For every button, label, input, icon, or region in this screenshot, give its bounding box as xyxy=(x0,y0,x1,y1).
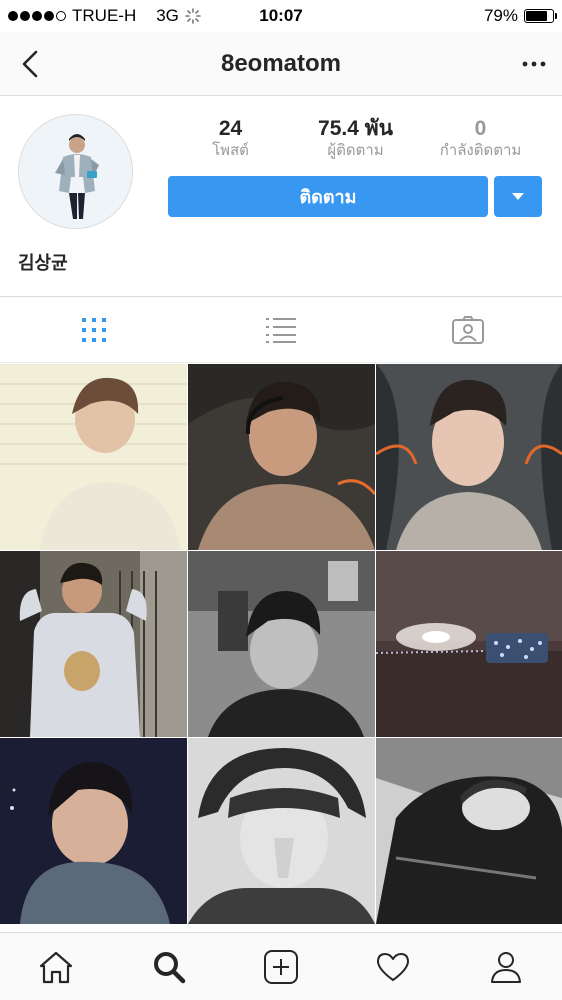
network-type: 3G xyxy=(156,6,179,25)
post-thumbnail[interactable] xyxy=(376,551,562,737)
post-image xyxy=(0,364,187,550)
nav-home-button[interactable] xyxy=(0,933,112,1000)
profile-stats: 24 โพสต์ 75.4 พัน ผู้ติดตาม 0 กำลังติดตา… xyxy=(168,117,543,161)
profile-full-name: 김상균 xyxy=(18,253,68,273)
status-bar: TRUE-H 3G 10:07 79% xyxy=(0,0,562,32)
battery-level xyxy=(526,11,547,21)
post-image xyxy=(188,738,375,924)
nav-search-button[interactable] xyxy=(112,933,224,1000)
post-image xyxy=(376,551,562,737)
username-title: 8eomatom xyxy=(220,49,342,77)
post-thumbnail[interactable] xyxy=(0,551,187,737)
grid-icon xyxy=(81,318,106,342)
followers-count: 75.4 พัน xyxy=(318,117,393,140)
profile-header: 24 โพสต์ 75.4 พัน ผู้ติดตาม 0 กำลังติดตา… xyxy=(0,97,562,297)
post-thumbnail[interactable] xyxy=(188,364,375,550)
following-label: กำลังติดตาม xyxy=(439,142,522,159)
posts-count: 24 xyxy=(218,117,243,140)
bottom-tab-bar xyxy=(0,932,562,1000)
post-image xyxy=(376,364,562,550)
nav-add-post-button[interactable] xyxy=(225,933,337,1000)
post-thumbnail[interactable] xyxy=(376,738,562,924)
following-count: 0 xyxy=(474,117,487,140)
status-right: 79% xyxy=(483,6,557,26)
nav-activity-button[interactable] xyxy=(337,933,449,1000)
post-thumbnail[interactable] xyxy=(188,551,375,737)
signal-strength-icon xyxy=(8,11,66,21)
post-image xyxy=(188,364,375,550)
tab-grid[interactable] xyxy=(0,298,187,362)
post-image xyxy=(0,738,187,924)
post-image xyxy=(188,551,375,737)
profile-view-tabs xyxy=(0,298,562,363)
nav-profile-button[interactable] xyxy=(450,933,562,1000)
more-options-button[interactable] xyxy=(518,48,550,80)
photo-grid xyxy=(0,364,562,932)
navigation-bar: 8eomatom xyxy=(0,32,562,96)
battery-icon xyxy=(524,9,557,23)
posts-label: โพสต์ xyxy=(212,142,249,159)
status-left: TRUE-H 3G xyxy=(8,6,201,26)
following-stat[interactable]: 0 กำลังติดตาม xyxy=(418,117,543,161)
carrier-name: TRUE-H xyxy=(72,6,137,25)
home-icon xyxy=(40,951,73,983)
more-horizontal-icon xyxy=(522,61,546,67)
post-thumbnail[interactable] xyxy=(376,364,562,550)
profile-photo xyxy=(19,115,132,228)
person-icon xyxy=(490,951,521,983)
chevron-left-icon xyxy=(22,50,38,78)
loading-spinner-icon xyxy=(185,8,201,24)
post-thumbnail[interactable] xyxy=(0,738,187,924)
post-thumbnail[interactable] xyxy=(188,738,375,924)
post-thumbnail[interactable] xyxy=(0,364,187,550)
back-button[interactable] xyxy=(14,48,46,80)
post-image xyxy=(0,551,187,737)
posts-stat: 24 โพสต์ xyxy=(168,117,293,161)
followers-stat[interactable]: 75.4 พัน ผู้ติดตาม xyxy=(293,117,418,161)
tagged-icon xyxy=(452,316,485,344)
post-image xyxy=(376,738,562,924)
tab-tagged[interactable] xyxy=(375,298,562,362)
battery-percent: 79% xyxy=(483,6,518,25)
followers-label: ผู้ติดตาม xyxy=(327,142,384,159)
avatar[interactable] xyxy=(18,114,133,229)
heart-icon xyxy=(377,952,410,981)
tab-list[interactable] xyxy=(187,298,374,362)
search-icon xyxy=(153,951,185,983)
caret-down-icon xyxy=(512,193,524,200)
suggestions-dropdown-button[interactable] xyxy=(494,176,542,217)
list-icon xyxy=(265,318,296,343)
add-icon xyxy=(264,949,299,984)
follow-button[interactable]: ติดตาม xyxy=(168,176,488,217)
